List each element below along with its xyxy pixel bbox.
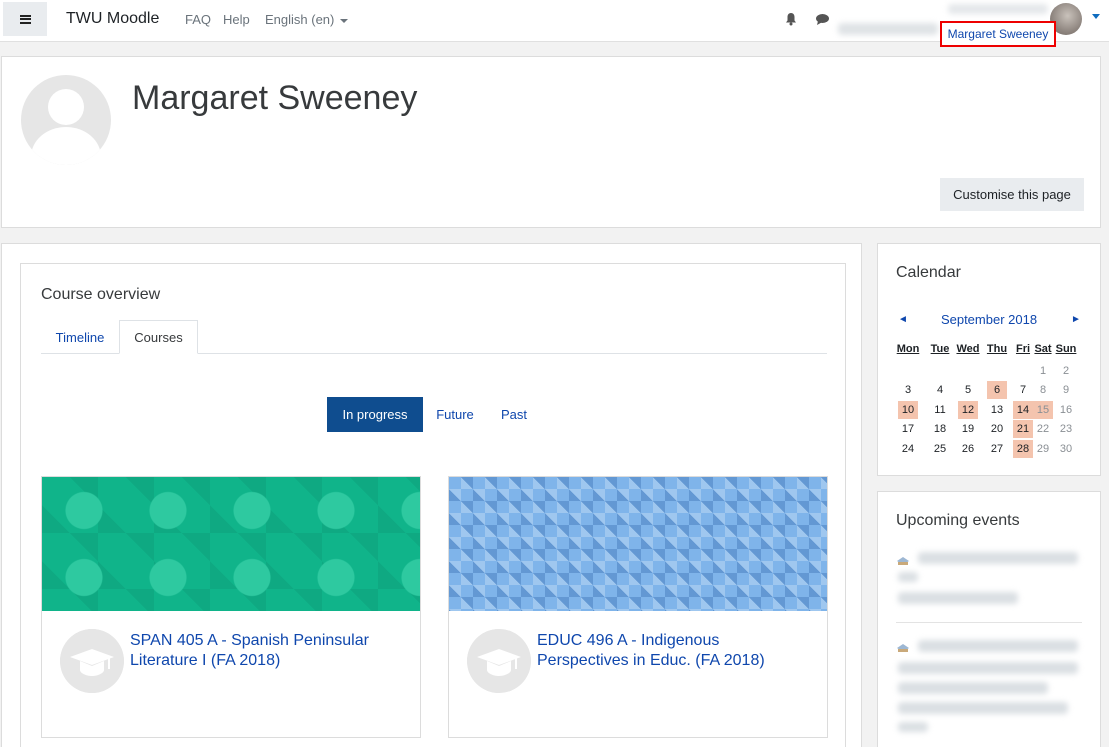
calendar-day: 30: [1059, 443, 1073, 455]
calendar-day: 23: [1059, 423, 1073, 435]
customise-page-button[interactable]: Customise this page: [940, 178, 1084, 211]
graduation-cap-icon: [60, 629, 124, 693]
user-menu-caret-icon[interactable]: [1092, 14, 1100, 19]
course-overview-block: Course overview Timeline Courses In prog…: [20, 263, 846, 747]
profile-avatar: [21, 75, 111, 165]
calendar-next-month-icon[interactable]: ►: [1071, 314, 1081, 325]
bell-icon[interactable]: [784, 12, 798, 26]
calendar-weekday-header: Sun: [1055, 343, 1077, 355]
redacted-event-text: [918, 640, 1078, 652]
calendar-day: 5: [964, 384, 972, 396]
top-navbar: TWU Moodle FAQ Help English (en) Margare…: [0, 0, 1109, 47]
language-label: English (en): [265, 12, 335, 27]
calendar-day: 29: [1036, 443, 1050, 455]
calendar-day[interactable]: 6: [987, 381, 1007, 399]
avatar-body-shape: [31, 127, 101, 165]
calendar-day[interactable]: 10: [898, 401, 918, 419]
calendar-day: 19: [961, 423, 975, 435]
chat-icon[interactable]: [815, 13, 830, 26]
redacted-event-text: [918, 552, 1078, 564]
page-title: Margaret Sweeney: [132, 79, 418, 117]
graduation-cap-icon: [467, 629, 531, 693]
redacted-event-text: [898, 702, 1068, 714]
filter-future-button[interactable]: Future: [423, 397, 487, 432]
redacted-event-text: [898, 592, 1018, 604]
calendar-day: 4: [936, 384, 944, 396]
page-header: Margaret Sweeney Customise this page: [1, 56, 1101, 228]
user-menu-name[interactable]: Margaret Sweeney: [940, 21, 1056, 47]
redacted-event-text: [898, 682, 1048, 694]
calendar-block: Calendar ◄ September 2018 ► Mon Tue Wed Thu…: [877, 243, 1101, 476]
calendar-weekday-header: Tue: [930, 343, 950, 355]
calendar-day: 26: [961, 443, 975, 455]
redacted-user-info: [838, 23, 938, 35]
course-overview-title: Course overview: [41, 286, 161, 303]
language-menu[interactable]: English (en): [265, 12, 349, 27]
upcoming-events-block: Upcoming events: [877, 491, 1101, 747]
calendar-day: 11: [934, 404, 946, 416]
redacted-event-text: [898, 722, 928, 732]
calendar-day[interactable]: 15: [1033, 401, 1053, 419]
calendar-day: 20: [990, 423, 1004, 435]
redacted-event-text: [898, 572, 918, 582]
hamburger-icon: [19, 14, 31, 24]
calendar-day: 13: [990, 404, 1004, 416]
calendar-day[interactable]: 14: [1013, 401, 1033, 419]
event-divider: [896, 622, 1082, 623]
calendar-day: 16: [1059, 404, 1073, 416]
calendar-day: 9: [1062, 384, 1070, 396]
course-banner-image[interactable]: [449, 477, 827, 611]
calendar-weekday-header: Wed: [956, 343, 980, 355]
tab-timeline[interactable]: Timeline: [41, 320, 119, 354]
calendar-day: 3: [904, 384, 912, 396]
filter-in-progress-button[interactable]: In progress: [327, 397, 423, 432]
calendar-day: 24: [901, 443, 915, 455]
calendar-month-link[interactable]: September 2018: [918, 312, 1060, 327]
site-brand[interactable]: TWU Moodle: [66, 10, 159, 28]
redacted-event-text: [898, 662, 1078, 674]
calendar-day: 17: [901, 423, 915, 435]
nav-drawer-toggle-button[interactable]: [3, 2, 47, 36]
calendar-day: 2: [1062, 365, 1070, 377]
faq-link[interactable]: FAQ: [185, 12, 211, 27]
calendar-day: 25: [933, 443, 947, 455]
calendar-day[interactable]: 12: [958, 401, 978, 419]
help-link[interactable]: Help: [223, 12, 250, 27]
course-event-icon: [897, 644, 909, 652]
course-card[interactable]: SPAN 405 A - Spanish Peninsular Literatu…: [41, 476, 421, 738]
calendar-title: Calendar: [896, 264, 961, 281]
course-title-link[interactable]: EDUC 496 A - Indigenous Perspectives in …: [537, 631, 815, 671]
calendar-day[interactable]: 21: [1013, 420, 1033, 438]
avatar-head-shape: [48, 89, 84, 125]
calendar-prev-month-icon[interactable]: ◄: [898, 314, 908, 325]
calendar-day: 18: [933, 423, 947, 435]
course-card[interactable]: EDUC 496 A - Indigenous Perspectives in …: [448, 476, 828, 738]
calendar-day: 22: [1036, 423, 1050, 435]
calendar-weekday-header: Mon: [896, 343, 920, 355]
calendar-day: 7: [1019, 384, 1027, 396]
calendar-weekday-header: Thu: [986, 343, 1008, 355]
redacted-user-info: [948, 4, 1048, 14]
calendar-day[interactable]: 28: [1013, 440, 1033, 458]
calendar-day: 8: [1039, 384, 1047, 396]
course-title-link[interactable]: SPAN 405 A - Spanish Peninsular Literatu…: [130, 631, 408, 671]
main-region: Course overview Timeline Courses In prog…: [1, 243, 862, 747]
calendar-day: 27: [990, 443, 1004, 455]
filter-past-button[interactable]: Past: [487, 397, 541, 432]
tab-courses[interactable]: Courses: [119, 320, 198, 354]
calendar-day: 1: [1039, 365, 1047, 377]
course-banner-image[interactable]: [42, 477, 420, 611]
course-event-icon: [897, 557, 909, 565]
chevron-down-icon: [340, 18, 349, 23]
upcoming-events-title: Upcoming events: [896, 512, 1020, 529]
